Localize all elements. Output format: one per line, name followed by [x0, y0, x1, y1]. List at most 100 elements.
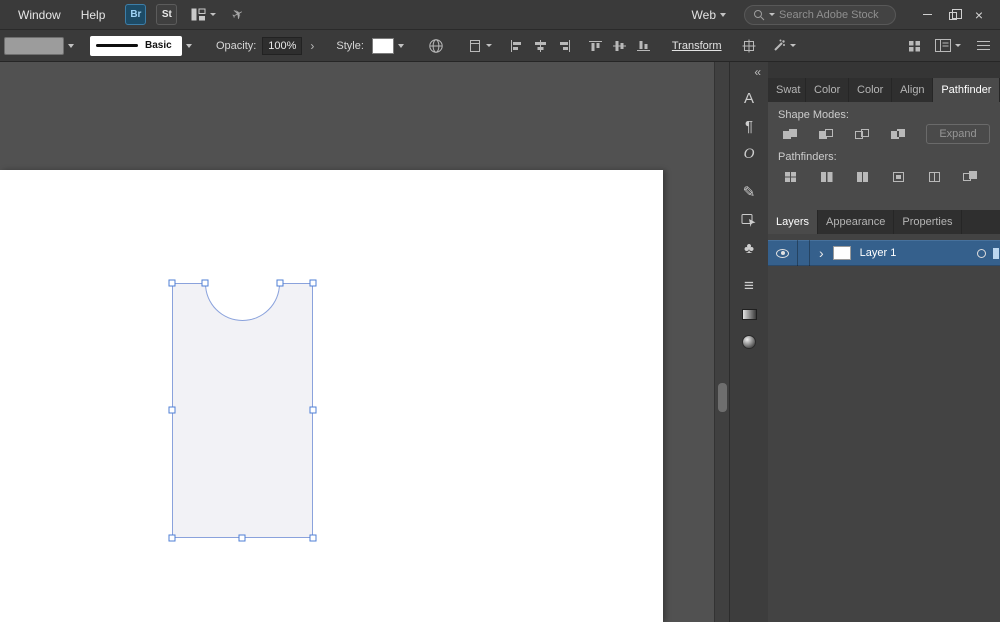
opacity-value[interactable]: 100%	[262, 37, 302, 55]
search-input[interactable]	[779, 9, 879, 21]
handle-mid-right[interactable]	[310, 407, 317, 414]
handle-mid-left[interactable]	[169, 407, 176, 414]
minus-front-button[interactable]	[814, 124, 838, 144]
layer-target-icon[interactable]	[977, 249, 986, 258]
workspace-label: Web	[692, 8, 716, 22]
align-center-icon[interactable]	[534, 40, 547, 52]
tab-appearance[interactable]: Appearance	[818, 210, 894, 234]
handle-top-right[interactable]	[310, 280, 317, 287]
graphic-styles-panel-icon[interactable]	[730, 206, 768, 234]
canvas-area[interactable]	[0, 62, 729, 622]
close-button[interactable]: ×	[966, 4, 992, 26]
stock-button[interactable]: St	[156, 4, 177, 25]
handle-bottom-right[interactable]	[310, 535, 317, 542]
search-icon	[753, 9, 765, 21]
divide-button[interactable]	[778, 166, 802, 186]
intersect-button[interactable]	[850, 124, 874, 144]
layer-thumbnail[interactable]	[833, 246, 851, 260]
panel-layout-icon[interactable]	[935, 39, 961, 52]
panel-tabbar-1: Swat Color Color Align Pathfinder	[768, 78, 1000, 102]
paragraph-panel-icon[interactable]: ¶	[730, 112, 768, 140]
chevron-down-icon[interactable]	[398, 44, 404, 48]
tab-pathfinder[interactable]: Pathfinder	[933, 78, 1000, 102]
expand-layer-icon[interactable]: ›	[819, 246, 824, 260]
chevron-down-icon	[486, 44, 492, 47]
handle-arc-left[interactable]	[202, 280, 209, 287]
vertical-scrollbar[interactable]	[714, 62, 729, 622]
share-icon[interactable]: ✈	[229, 4, 247, 25]
tab-color-guide[interactable]: Color	[849, 78, 892, 102]
list-menu-icon[interactable]	[977, 41, 990, 50]
valign-bottom-icon[interactable]	[637, 40, 650, 52]
document-setup-globe-icon[interactable]	[428, 38, 444, 54]
tab-align[interactable]: Align	[892, 78, 933, 102]
menu-help[interactable]: Help	[71, 0, 116, 30]
valign-top-icon[interactable]	[589, 40, 602, 52]
brush-definition-label: Basic	[145, 40, 172, 51]
transparency-panel-icon[interactable]	[730, 328, 768, 356]
visibility-toggle[interactable]	[768, 240, 798, 266]
trim-button[interactable]	[814, 166, 838, 186]
tab-properties[interactable]: Properties	[894, 210, 961, 234]
merge-button[interactable]	[850, 166, 874, 186]
pixel-grid-icon[interactable]	[742, 39, 756, 53]
chevron-down-icon[interactable]	[68, 44, 74, 48]
outline-button[interactable]	[922, 166, 946, 186]
valign-center-icon[interactable]	[613, 40, 626, 52]
arrange-documents-icon[interactable]	[191, 8, 216, 21]
dock-header	[768, 62, 1000, 78]
tab-swatches[interactable]: Swat	[768, 78, 806, 102]
layer-selection-chip[interactable]	[993, 248, 999, 259]
lock-toggle[interactable]	[798, 240, 810, 266]
brush-stroke-preview	[96, 44, 138, 47]
handle-arc-right[interactable]	[277, 280, 284, 287]
workspace-switcher[interactable]: Web	[692, 8, 726, 22]
style-label: Style:	[336, 40, 364, 52]
panel-tabbar-2: Layers Appearance Properties	[768, 210, 1000, 234]
opacity-label: Opacity:	[216, 40, 256, 52]
pathfinders-row	[778, 166, 992, 186]
crop-button[interactable]	[886, 166, 910, 186]
exclude-button[interactable]	[886, 124, 910, 144]
selected-shape[interactable]	[172, 283, 313, 538]
gradient-panel-icon[interactable]	[730, 300, 768, 328]
unite-button[interactable]	[778, 124, 802, 144]
chevron-down-icon[interactable]	[186, 44, 192, 48]
opentype-panel-icon[interactable]: O	[730, 140, 768, 168]
graphic-style-swatch[interactable]	[372, 38, 394, 54]
restore-button[interactable]	[940, 4, 966, 26]
align-left-icon[interactable]	[510, 40, 523, 52]
artboard[interactable]	[0, 170, 663, 622]
stroke-width-profile[interactable]	[4, 37, 64, 55]
expand-button[interactable]: Expand	[926, 124, 990, 144]
tab-color[interactable]: Color	[806, 78, 849, 102]
select-similar-icon[interactable]	[772, 39, 796, 53]
tab-layers[interactable]: Layers	[768, 210, 818, 234]
layer-name[interactable]: Layer 1	[860, 247, 897, 259]
panel-dock-strip: « A ¶ O ✎ ♣ ≡	[729, 62, 768, 622]
brush-definition-dropdown[interactable]: Basic	[90, 36, 182, 56]
transform-link[interactable]: Transform	[672, 40, 722, 52]
layer-row[interactable]: › Layer 1	[768, 240, 1000, 266]
handle-bottom-left[interactable]	[169, 535, 176, 542]
character-panel-icon[interactable]: A	[730, 84, 768, 112]
minimize-button[interactable]	[914, 4, 940, 26]
chevron-down-icon	[790, 44, 796, 47]
grid-view-icon[interactable]	[908, 40, 921, 52]
dock-icons: A ¶ O ✎ ♣ ≡	[730, 84, 768, 356]
align-right-icon[interactable]	[558, 40, 571, 52]
scrollbar-thumb[interactable]	[718, 383, 727, 412]
opacity-flyout-icon[interactable]: ›	[310, 39, 314, 53]
symbols-panel-icon[interactable]: ♣	[730, 234, 768, 262]
handle-top-left[interactable]	[169, 280, 176, 287]
minus-back-button[interactable]	[958, 166, 982, 186]
menu-window[interactable]: Window	[8, 0, 71, 30]
adobe-stock-search[interactable]	[744, 5, 896, 25]
handle-bottom-center[interactable]	[239, 535, 246, 542]
brushes-panel-icon[interactable]: ✎	[730, 178, 768, 206]
chevron-down-icon	[210, 13, 216, 16]
stroke-panel-icon[interactable]: ≡	[730, 272, 768, 300]
bridge-button[interactable]: Br	[125, 4, 146, 25]
artboard-options-icon[interactable]	[468, 39, 492, 53]
collapse-dock-icon[interactable]: «	[754, 65, 761, 79]
